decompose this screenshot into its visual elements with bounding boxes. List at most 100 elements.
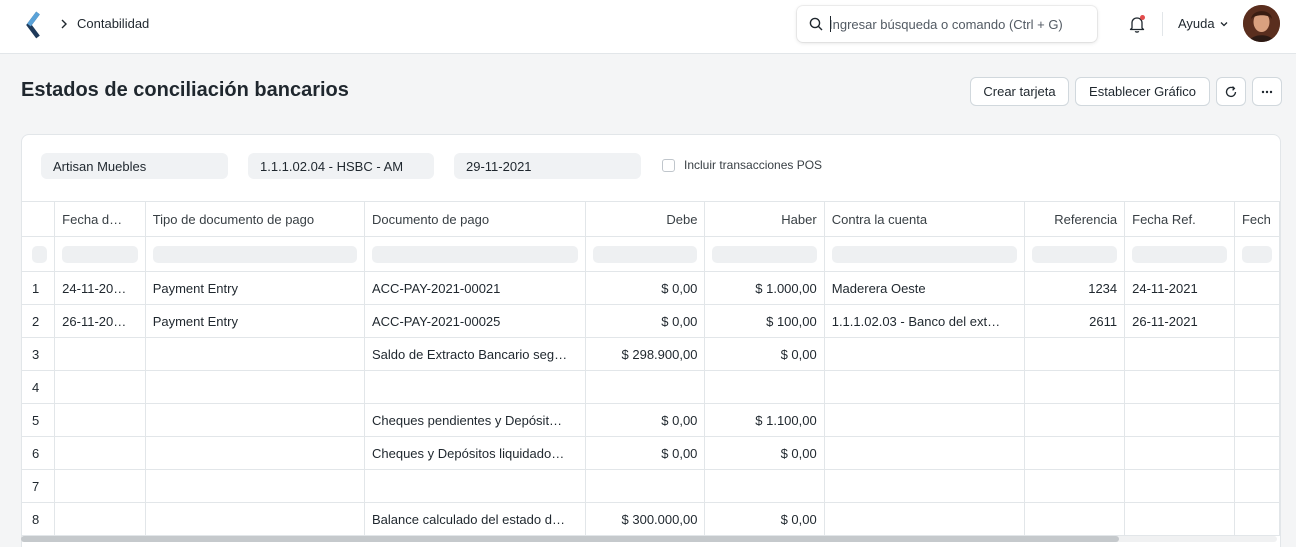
table-cell[interactable]: $ 100,00 xyxy=(704,304,825,338)
table-cell[interactable]: Cheques y Depósitos liquidado… xyxy=(364,436,586,470)
table-cell[interactable] xyxy=(54,370,146,404)
table-cell[interactable] xyxy=(824,436,1026,470)
table-cell[interactable] xyxy=(824,502,1026,536)
account-filter[interactable]: 1.1.1.02.04 - HSBC - AM xyxy=(248,153,434,179)
table-cell[interactable] xyxy=(145,502,366,536)
table-cell[interactable]: $ 298.900,00 xyxy=(585,337,706,371)
column-filter-input[interactable] xyxy=(32,245,48,263)
table-cell[interactable] xyxy=(824,403,1026,437)
table-cell[interactable] xyxy=(824,337,1026,371)
table-cell[interactable]: 26-11-20… xyxy=(54,304,146,338)
table-cell[interactable] xyxy=(824,469,1026,503)
table-cell[interactable]: Balance calculado del estado d… xyxy=(364,502,586,536)
table-cell[interactable]: $ 300.000,00 xyxy=(585,502,706,536)
table-cell[interactable]: Maderera Oeste xyxy=(824,271,1026,305)
table-cell[interactable] xyxy=(1234,370,1280,404)
refresh-button[interactable] xyxy=(1216,77,1246,106)
table-cell[interactable]: $ 1.000,00 xyxy=(704,271,825,305)
table-cell[interactable] xyxy=(1124,337,1235,371)
table-cell[interactable] xyxy=(1124,502,1235,536)
table-cell[interactable] xyxy=(54,502,146,536)
column-header[interactable]: Contra la cuenta xyxy=(824,201,1026,237)
column-filter-input[interactable] xyxy=(592,245,698,263)
table-cell[interactable]: ACC-PAY-2021-00025 xyxy=(364,304,586,338)
column-filter-input[interactable] xyxy=(712,245,817,263)
table-cell[interactable]: $ 1.100,00 xyxy=(704,403,825,437)
include-pos-checkbox[interactable] xyxy=(662,159,675,172)
table-row[interactable]: 5 Cheques pendientes y Depósit… $ 0,00 $ 1.… xyxy=(22,403,1280,437)
table-cell[interactable] xyxy=(145,337,366,371)
table-row[interactable]: 2 26-11-20… Payment Entry ACC-PAY-2021-0002… xyxy=(22,304,1280,338)
search-input[interactable] xyxy=(829,14,1089,34)
table-cell[interactable] xyxy=(54,436,146,470)
table-cell[interactable] xyxy=(1234,271,1280,305)
column-header[interactable]: Fecha d… xyxy=(54,201,146,237)
table-cell[interactable] xyxy=(1024,337,1126,371)
table-cell[interactable] xyxy=(145,436,366,470)
avatar[interactable] xyxy=(1243,5,1280,42)
table-cell[interactable] xyxy=(704,469,825,503)
table-row[interactable]: 1 24-11-20… Payment Entry ACC-PAY-2021-0002… xyxy=(22,271,1280,305)
table-cell[interactable] xyxy=(145,469,366,503)
table-cell[interactable]: 26-11-2021 xyxy=(1124,304,1235,338)
table-cell[interactable] xyxy=(1234,337,1280,371)
table-cell[interactable] xyxy=(585,370,706,404)
table-cell[interactable]: Payment Entry xyxy=(145,271,366,305)
table-row[interactable]: 4 xyxy=(22,370,1280,404)
column-header[interactable]: Fecha Ref. xyxy=(1124,201,1235,237)
search-bar[interactable] xyxy=(797,6,1097,42)
table-cell[interactable]: Cheques pendientes y Depósit… xyxy=(364,403,586,437)
column-header[interactable]: Referencia xyxy=(1024,201,1126,237)
column-filter-input[interactable] xyxy=(372,245,578,263)
table-cell[interactable] xyxy=(1024,403,1126,437)
frappe-logo-icon[interactable] xyxy=(24,11,46,39)
table-cell[interactable]: Saldo de Extracto Bancario seg… xyxy=(364,337,586,371)
table-cell[interactable] xyxy=(1024,370,1126,404)
table-cell[interactable] xyxy=(1124,436,1235,470)
set-chart-button[interactable]: Establecer Gráfico xyxy=(1075,77,1210,106)
column-filter-input[interactable] xyxy=(1241,245,1272,263)
table-cell[interactable]: 1.1.1.02.03 - Banco del ext… xyxy=(824,304,1026,338)
table-cell[interactable] xyxy=(1124,469,1235,503)
table-cell[interactable] xyxy=(1124,403,1235,437)
table-cell[interactable]: 1234 xyxy=(1024,271,1126,305)
table-cell[interactable] xyxy=(1234,304,1280,338)
table-row[interactable]: 8 Balance calculado del estado d… $ 300.00… xyxy=(22,502,1280,536)
column-filter-input[interactable] xyxy=(831,245,1018,263)
column-header[interactable]: Haber xyxy=(704,201,825,237)
column-filter-input[interactable] xyxy=(152,245,357,263)
table-cell[interactable]: $ 0,00 xyxy=(704,502,825,536)
create-card-button[interactable]: Crear tarjeta xyxy=(970,77,1069,106)
table-cell[interactable] xyxy=(1234,403,1280,437)
table-cell[interactable]: 2611 xyxy=(1024,304,1126,338)
table-cell[interactable] xyxy=(364,469,586,503)
help-dropdown[interactable]: Ayuda xyxy=(1178,16,1229,31)
table-cell[interactable]: $ 0,00 xyxy=(585,304,706,338)
table-cell[interactable] xyxy=(145,370,366,404)
table-cell[interactable] xyxy=(54,469,146,503)
table-cell[interactable]: $ 0,00 xyxy=(585,403,706,437)
table-row[interactable]: 7 xyxy=(22,469,1280,503)
table-cell[interactable] xyxy=(364,370,586,404)
table-cell[interactable]: 24-11-2021 xyxy=(1124,271,1235,305)
table-cell[interactable] xyxy=(585,469,706,503)
table-cell[interactable] xyxy=(1024,502,1126,536)
table-cell[interactable] xyxy=(1234,502,1280,536)
table-cell[interactable] xyxy=(1024,469,1126,503)
column-filter-input[interactable] xyxy=(1132,245,1227,263)
table-cell[interactable] xyxy=(145,403,366,437)
table-cell[interactable]: $ 0,00 xyxy=(585,271,706,305)
table-cell[interactable]: 24-11-20… xyxy=(54,271,146,305)
date-filter[interactable]: 29-11-2021 xyxy=(454,153,641,179)
column-header[interactable]: Documento de pago xyxy=(364,201,586,237)
column-header[interactable]: Debe xyxy=(585,201,706,237)
table-row[interactable]: 3 Saldo de Extracto Bancario seg… $ 298.90… xyxy=(22,337,1280,371)
more-button[interactable] xyxy=(1252,77,1282,106)
table-cell[interactable]: Payment Entry xyxy=(145,304,366,338)
table-cell[interactable] xyxy=(1124,370,1235,404)
table-cell[interactable]: $ 0,00 xyxy=(704,337,825,371)
table-cell[interactable]: $ 0,00 xyxy=(585,436,706,470)
breadcrumb[interactable]: Contabilidad xyxy=(77,16,149,31)
table-cell[interactable] xyxy=(704,370,825,404)
table-cell[interactable]: ACC-PAY-2021-00021 xyxy=(364,271,586,305)
